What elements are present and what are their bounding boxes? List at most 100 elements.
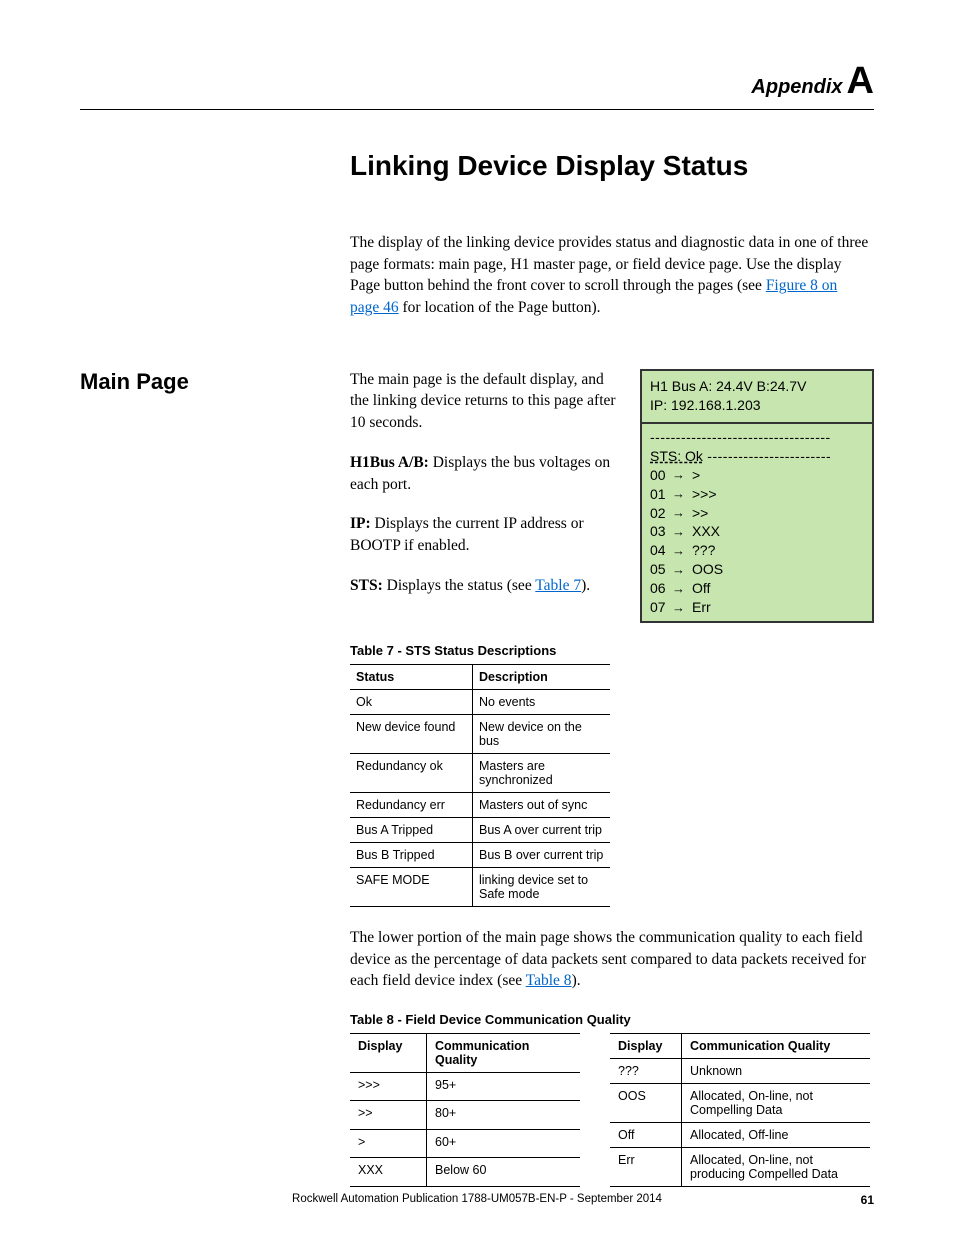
table-8-link[interactable]: Table 8 (526, 972, 572, 989)
t7-cell-desc: Bus A over current trip (473, 817, 611, 842)
footer-publication: Rockwell Automation Publication 1788-UM0… (292, 1193, 662, 1205)
t7-cell-status: Bus A Tripped (350, 817, 473, 842)
side-heading-main-page: Main Page (80, 369, 350, 395)
arrow-right-icon: → (672, 485, 692, 503)
t8r-head-display: Display (610, 1033, 682, 1058)
sts-label: STS: (350, 577, 383, 594)
table-7-caption: Table 7 - STS Status Descriptions (350, 643, 874, 658)
table-row: OffAllocated, Off-line (610, 1122, 870, 1147)
arrow-right-icon: → (672, 523, 692, 541)
table-8-caption: Table 8 - Field Device Communication Qua… (350, 1012, 874, 1027)
t8-cell-display: >> (350, 1101, 427, 1130)
h1bus-label: H1Bus A/B: (350, 454, 429, 471)
t7-cell-desc: linking device set to Safe mode (473, 867, 611, 906)
t7-cell-status: Ok (350, 689, 473, 714)
panel-row: 05→OOS (650, 560, 864, 579)
t8-cell-quality: Allocated, On-line, not producing Compel… (682, 1147, 871, 1186)
table-row: Bus A TrippedBus A over current trip (350, 817, 610, 842)
arrow-right-icon: → (672, 466, 692, 484)
table-row: ErrAllocated, On-line, not producing Com… (610, 1147, 870, 1186)
panel-bottom: ----------------------------------- STS:… (642, 422, 872, 621)
arrow-right-icon: → (672, 599, 692, 617)
table-row: OkNo events (350, 689, 610, 714)
t8l-head-quality: Communication Quality (427, 1033, 581, 1072)
t8-cell-quality: Unknown (682, 1058, 871, 1083)
page-title: Linking Device Display Status (350, 150, 874, 182)
t7-cell-desc: Masters out of sync (473, 792, 611, 817)
panel-row: 01→>>> (650, 485, 864, 504)
t8-cell-quality: 95+ (427, 1072, 581, 1101)
panel-row: 04→??? (650, 541, 864, 560)
t7-cell-status: Redundancy ok (350, 753, 473, 792)
panel-idx: 05 (650, 560, 672, 579)
t8-cell-quality: Allocated, Off-line (682, 1122, 871, 1147)
appendix-letter: A (847, 60, 874, 102)
t7-head-desc: Description (473, 664, 611, 689)
t8l-head-display: Display (350, 1033, 427, 1072)
panel-val: Off (692, 579, 710, 598)
para2-before: The lower portion of the main page shows… (350, 929, 866, 989)
panel-val: >> (692, 504, 708, 523)
t7-cell-desc: Masters are synchronized (473, 753, 611, 792)
t8-cell-quality: 60+ (427, 1129, 581, 1158)
t7-cell-status: Bus B Tripped (350, 842, 473, 867)
panel-sts-prefix: STS: Ok (650, 448, 703, 464)
main-p1: The main page is the default display, an… (350, 369, 620, 434)
main-p2: H1Bus A/B: Displays the bus voltages on … (350, 452, 620, 495)
panel-val: Err (692, 598, 711, 617)
t7-cell-desc: No events (473, 689, 611, 714)
table-7-link[interactable]: Table 7 (535, 577, 581, 594)
footer-page-number: 61 (861, 1193, 874, 1207)
t8-cell-display: OOS (610, 1083, 682, 1122)
table-8-right: Display Communication Quality ???Unknown… (610, 1033, 870, 1187)
panel-row: 00→> (650, 466, 864, 485)
arrow-right-icon: → (672, 542, 692, 560)
panel-dash-mid: ------------------------ (703, 448, 831, 464)
panel-val: >>> (692, 485, 717, 504)
header-rule (80, 109, 874, 110)
ip-label: IP: (350, 515, 371, 532)
arrow-right-icon: → (672, 561, 692, 579)
sts-text-after: ). (581, 577, 590, 594)
ip-text: Displays the current IP address or BOOTP… (350, 515, 584, 554)
panel-idx: 01 (650, 485, 672, 504)
panel-sts-line: STS: Ok ------------------------ (650, 447, 864, 466)
comm-quality-paragraph: The lower portion of the main page shows… (350, 927, 870, 992)
arrow-right-icon: → (672, 504, 692, 522)
main-p3: IP: Displays the current IP address or B… (350, 513, 620, 556)
t8-cell-display: ??? (610, 1058, 682, 1083)
panel-dash-top: ----------------------------------- (650, 428, 864, 447)
panel-rows: 00→>01→>>>02→>>03→XXX04→???05→OOS06→Off0… (650, 466, 864, 617)
t8-cell-display: Off (610, 1122, 682, 1147)
table-row: >60+ (350, 1129, 580, 1158)
panel-row: 06→Off (650, 579, 864, 598)
panel-idx: 06 (650, 579, 672, 598)
table-7: Status Description OkNo eventsNew device… (350, 664, 610, 907)
table-row: Redundancy okMasters are synchronized (350, 753, 610, 792)
panel-val: XXX (692, 522, 720, 541)
t8r-head-quality: Communication Quality (682, 1033, 871, 1058)
main-p4: STS: Displays the status (see Table 7). (350, 575, 620, 597)
t8-cell-quality: 80+ (427, 1101, 581, 1130)
panel-idx: 04 (650, 541, 672, 560)
t7-cell-status: SAFE MODE (350, 867, 473, 906)
panel-val: OOS (692, 560, 723, 579)
table-row: OOSAllocated, On-line, not Compelling Da… (610, 1083, 870, 1122)
table-row: Bus B TrippedBus B over current trip (350, 842, 610, 867)
table-row: >>>95+ (350, 1072, 580, 1101)
panel-row: 02→>> (650, 504, 864, 523)
t8-cell-display: Err (610, 1147, 682, 1186)
table-row: >>80+ (350, 1101, 580, 1130)
intro-paragraph: The display of the linking device provid… (350, 232, 870, 319)
sts-text-before: Displays the status (see (383, 577, 536, 594)
main-text-column: The main page is the default display, an… (350, 369, 620, 623)
t7-head-status: Status (350, 664, 473, 689)
para2-after: ). (572, 972, 581, 989)
panel-idx: 03 (650, 522, 672, 541)
arrow-right-icon: → (672, 580, 692, 598)
table-row: New device foundNew device on the bus (350, 714, 610, 753)
panel-top: H1 Bus A: 24.4V B:24.7V IP: 192.168.1.20… (642, 371, 872, 422)
t8-cell-display: XXX (350, 1158, 427, 1187)
footer: Rockwell Automation Publication 1788-UM0… (80, 1193, 874, 1205)
t7-cell-status: Redundancy err (350, 792, 473, 817)
